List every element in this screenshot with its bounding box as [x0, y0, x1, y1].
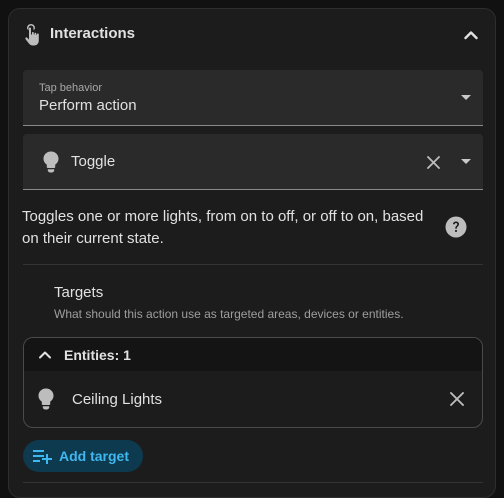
add-target-label: Add target	[59, 448, 129, 464]
tap-behavior-label: Tap behavior	[39, 82, 102, 94]
targets-title: Targets	[54, 284, 104, 301]
playlist-add-icon	[33, 450, 52, 464]
action-select[interactable]: Toggle	[23, 134, 483, 190]
help-icon[interactable]	[445, 216, 467, 238]
action-description: Toggles one or more lights, from on to o…	[22, 208, 424, 247]
dropdown-arrow-icon	[461, 95, 471, 100]
add-target-button[interactable]: Add target	[23, 440, 143, 472]
lightbulb-icon	[38, 388, 54, 410]
gesture-tap-icon	[25, 24, 39, 46]
entities-group: Entities: 1 Ceiling Lights	[23, 337, 483, 428]
close-icon	[450, 392, 464, 406]
collapse-button[interactable]	[459, 23, 483, 47]
dropdown-arrow-icon	[461, 159, 471, 164]
tap-behavior-select[interactable]: Tap behavior Perform action	[23, 70, 483, 126]
section-divider	[23, 482, 483, 483]
chevron-up-icon	[39, 351, 51, 359]
interactions-panel: Interactions Tap behavior Perform action…	[8, 8, 496, 498]
close-icon	[426, 155, 440, 169]
chevron-up-icon	[464, 31, 478, 40]
entity-name: Ceiling Lights	[72, 391, 163, 408]
clear-action-button[interactable]	[423, 152, 443, 172]
lightbulb-icon	[43, 151, 59, 173]
list-item[interactable]: Ceiling Lights	[24, 371, 482, 427]
panel-title: Interactions	[50, 25, 136, 42]
action-value: Toggle	[71, 153, 116, 170]
entities-count: Entities: 1	[64, 347, 131, 363]
section-divider	[23, 264, 483, 265]
panel-header[interactable]: Interactions	[9, 9, 495, 59]
tap-behavior-value: Perform action	[39, 97, 137, 114]
entities-header[interactable]: Entities: 1	[24, 338, 482, 371]
remove-entity-button[interactable]	[446, 388, 468, 410]
targets-subtitle: What should this action use as targeted …	[54, 307, 404, 321]
